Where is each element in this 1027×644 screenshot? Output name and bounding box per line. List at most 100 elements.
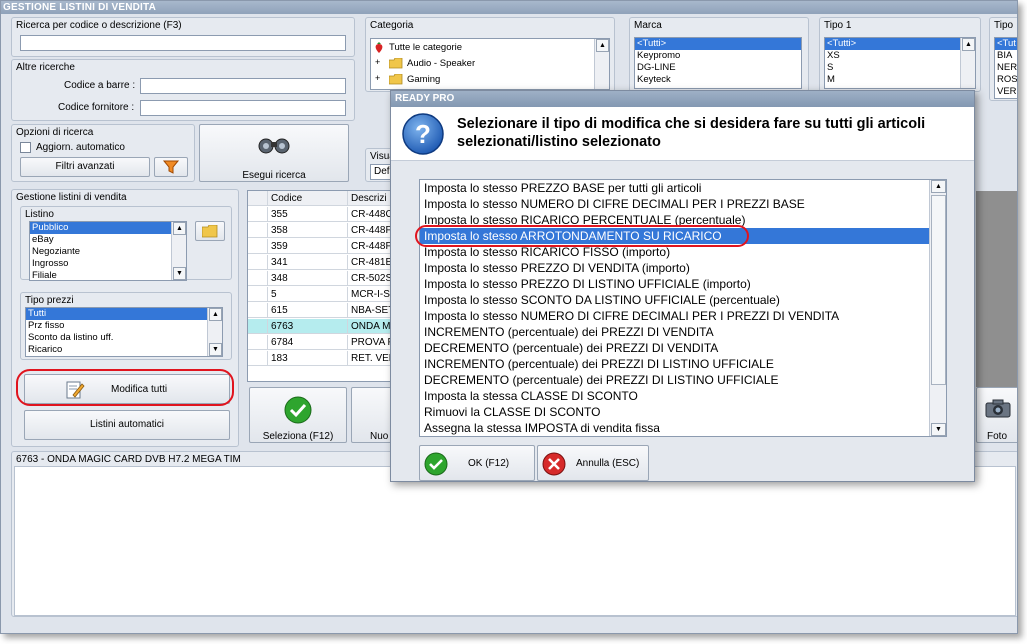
listino-list[interactable]: Pubblico eBay Negoziante Ingrosso Filial… [29,221,187,281]
table-row[interactable]: 359 CR-448F [248,239,392,254]
row-selector[interactable] [248,303,268,318]
row-selector[interactable] [248,255,268,270]
list-item[interactable]: Pubblico [30,222,172,234]
row-selector[interactable] [248,223,268,238]
tipo2-list[interactable]: <Tut BIA NER ROS VER [994,37,1017,99]
table-row[interactable]: 5 MCR-I-S [248,287,392,302]
option-item[interactable]: Imposta lo stesso SCONTO DA LISTINO UFFI… [420,292,930,308]
row-selector[interactable] [248,271,268,286]
table-row[interactable]: 355 CR-448C [248,207,392,222]
list-item[interactable]: XS [825,50,975,62]
aggiorn-checkbox[interactable] [20,142,31,153]
list-item[interactable]: <Tutti> [825,38,961,50]
header-descrizione[interactable]: Descrizi [348,191,392,206]
scroll-down-arrow[interactable]: ▼ [931,423,946,436]
option-item[interactable]: DECREMENTO (percentuale) dei PREZZI DI L… [420,372,930,388]
list-item[interactable]: DG-LINE [635,62,801,74]
listino-scrollbar[interactable]: ▲ ▼ [171,222,186,280]
tree-node-gaming[interactable]: + Gaming [373,73,593,87]
option-item[interactable]: Imposta lo stesso PREZZO BASE per tutti … [420,180,930,196]
articles-table[interactable]: Codice Descrizi 355 CR-448C 358 CR-448F 359 C… [247,190,393,382]
expand-icon[interactable]: + [375,73,380,83]
header-codice[interactable]: Codice [268,191,348,206]
scroll-down-arrow[interactable]: ▼ [173,267,186,280]
list-item[interactable]: <Tutti> [635,38,801,50]
search-input[interactable] [20,35,346,51]
option-item[interactable]: Rimuovi la CLASSE DI SCONTO [420,404,930,420]
option-item[interactable]: Imposta lo stesso NUMERO DI CIFRE DECIMA… [420,308,930,324]
esegui-ricerca-button[interactable]: Esegui ricerca [199,124,349,182]
foto-button[interactable]: Foto [976,387,1017,443]
row-selector[interactable] [248,239,268,254]
scroll-up-arrow[interactable]: ▲ [962,38,975,51]
open-folder-button[interactable] [195,221,225,241]
scroll-up-arrow[interactable]: ▲ [596,39,609,52]
list-item[interactable]: S [825,62,975,74]
list-item[interactable]: Keypromo [635,50,801,62]
option-item[interactable]: Imposta lo stesso PREZZO DI LISTINO UFFI… [420,276,930,292]
scroll-thumb[interactable] [931,195,946,385]
cell-descrizione: CR-502S [348,271,392,286]
row-selector[interactable] [248,207,268,222]
table-row[interactable]: 6763 ONDA M [248,319,392,334]
fornitore-label: Codice fornitore : [58,102,135,113]
option-item[interactable]: Assegna la stessa IMPOSTA di vendita fis… [420,420,930,436]
list-item[interactable]: <Tut [995,38,1017,50]
list-item[interactable]: Keyteck [635,74,801,86]
table-row[interactable]: 183 RET. VEL [248,351,392,366]
option-item[interactable]: INCREMENTO (percentuale) dei PREZZI DI L… [420,356,930,372]
table-row[interactable]: 358 CR-448F [248,223,392,238]
expand-icon[interactable]: + [375,57,380,67]
row-selector[interactable] [248,335,268,350]
tree-node-audio[interactable]: + Audio - Speaker [373,57,593,71]
listini-automatici-button[interactable]: Listini automatici [24,410,230,440]
list-item[interactable]: VER [995,86,1017,98]
list-item[interactable]: BIA [995,50,1017,62]
tipo1-list[interactable]: <Tutti> XS S M ▲ [824,37,976,89]
modify-options-list[interactable]: Imposta lo stesso PREZZO BASE per tutti … [419,179,947,437]
row-selector[interactable] [248,319,268,334]
table-row[interactable]: 348 CR-502S [248,271,392,286]
scroll-up-arrow[interactable]: ▲ [209,308,222,321]
table-row[interactable]: 341 CR-481E [248,255,392,270]
tipo1-scrollbar[interactable]: ▲ [960,38,975,88]
tipoprezzi-list[interactable]: Tutti Prz fisso Sconto da listino uff. R… [25,307,223,357]
list-item[interactable]: ROS [995,74,1017,86]
filter-funnel-button[interactable] [154,157,188,177]
ok-button[interactable]: OK (F12) [419,445,535,481]
cancel-button[interactable]: Annulla (ESC) [537,445,649,481]
list-item[interactable]: Tutti [26,308,208,320]
table-row[interactable]: 615 NBA-SET [248,303,392,318]
option-item[interactable]: Imposta lo stesso PREZZO DI VENDITA (imp… [420,260,930,276]
list-item[interactable]: M [825,74,975,86]
categoria-tree[interactable]: Tutte le categorie + Audio - Speaker + G… [370,38,610,90]
list-item[interactable]: Ingrosso [30,258,186,270]
list-item[interactable]: Sconto da listino uff. [26,332,222,344]
nuovo-button[interactable]: Nuo [351,387,393,443]
scroll-up-arrow[interactable]: ▲ [173,222,186,235]
row-selector[interactable] [248,287,268,302]
options-scrollbar[interactable]: ▲ ▼ [929,180,946,436]
list-item[interactable]: Ricarico [26,344,222,356]
list-item[interactable]: Negoziante [30,246,186,258]
table-row[interactable]: 6784 PROVA F [248,335,392,350]
option-item[interactable]: Imposta lo stesso NUMERO DI CIFRE DECIMA… [420,196,930,212]
option-item[interactable]: INCREMENTO (percentuale) dei PREZZI DI V… [420,324,930,340]
seleziona-button[interactable]: Seleziona (F12) [249,387,347,443]
filtri-avanzati-button[interactable]: Filtri avanzati [20,157,150,177]
marca-list[interactable]: <Tutti> Keypromo DG-LINE Keyteck [634,37,802,89]
scroll-up-arrow[interactable]: ▲ [931,180,946,193]
list-item[interactable]: Prz fisso [26,320,222,332]
list-item[interactable]: eBay [30,234,186,246]
list-item[interactable]: NER [995,62,1017,74]
tree-root[interactable]: Tutte le categorie [373,41,593,55]
tipoprezzi-scrollbar[interactable]: ▲ ▼ [207,308,222,356]
fornitore-input[interactable] [140,100,346,116]
row-selector[interactable] [248,351,268,366]
barcode-input[interactable] [140,78,346,94]
option-item[interactable]: DECREMENTO (percentuale) dei PREZZI DI V… [420,340,930,356]
list-item[interactable]: Filiale [30,270,186,280]
scroll-down-arrow[interactable]: ▼ [209,343,222,356]
categoria-scrollbar[interactable]: ▲ [594,39,609,89]
option-item[interactable]: Imposta la stessa CLASSE DI SCONTO [420,388,930,404]
